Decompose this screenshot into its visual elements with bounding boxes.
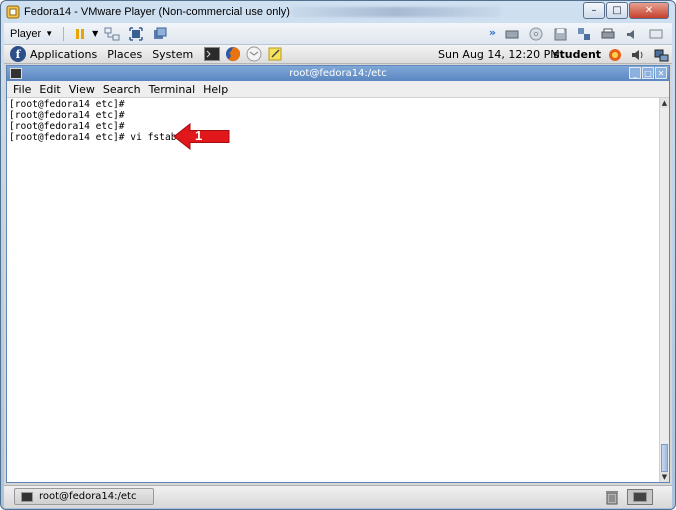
device-icons: » [489,26,668,42]
chevron-down-icon: ▼ [45,29,54,38]
close-button[interactable]: ✕ [629,2,669,19]
close-icon: ✕ [657,68,665,78]
fedora-logo-icon[interactable]: f [10,46,26,62]
taskbar-label: root@fedora14:/etc [39,491,137,502]
vmware-window: Fedora14 - VMware Player (Non-commercial… [0,0,676,510]
mail-icon [246,46,262,62]
message-icon[interactable] [647,26,665,42]
terminal-line: [root@fedora14 etc]# [9,99,125,110]
cd-drive-icon[interactable] [527,26,545,42]
menu-applications[interactable]: Applications [30,48,97,61]
unity-button[interactable] [151,26,169,42]
menu-edit[interactable]: Edit [39,83,60,96]
workspace-switcher[interactable] [627,489,653,505]
blurred-title-region [291,7,501,17]
scroll-thumb[interactable] [661,444,668,472]
menu-system[interactable]: System [152,48,193,61]
menu-help[interactable]: Help [203,83,228,96]
annotation-arrow: 1 [173,122,231,151]
minimize-icon: – [591,5,597,16]
player-label: Player [10,27,42,40]
notes-icon [268,47,282,61]
system-tray [601,46,670,63]
vmware-titlebar: Fedora14 - VMware Player (Non-commercial… [1,1,675,23]
terminal-output[interactable]: [root@fedora14 etc]# [root@fedora14 etc]… [7,98,659,482]
vmware-toolbar: Player ▼ ▼ » [4,23,672,45]
printer-icon[interactable] [599,26,617,42]
floppy-icon[interactable] [551,26,569,42]
menu-view[interactable]: View [69,83,95,96]
terminal-title: root@fedora14:/etc [289,68,387,79]
menu-search[interactable]: Search [103,83,141,96]
terminal-window-icon [10,68,22,79]
toolbar-separator [63,26,65,41]
menu-terminal[interactable]: Terminal [149,83,196,96]
sound-icon[interactable] [623,26,641,42]
terminal-close-button[interactable]: ✕ [655,67,667,79]
maximize-icon: □ [612,5,622,16]
mail-launcher[interactable] [245,46,262,62]
terminal-menubar: File Edit View Search Terminal Help [7,81,669,98]
scroll-up-icon[interactable]: ▲ [660,98,669,108]
fullscreen-icon [129,26,144,41]
chevron-down-icon[interactable]: ▼ [92,29,98,38]
panel-clock[interactable]: Sun Aug 14, 12:20 PM [438,48,560,61]
workspace-thumbnail [633,492,647,502]
network-button[interactable] [103,26,121,42]
unity-icon [154,27,167,39]
pause-icon [76,28,85,39]
menu-places[interactable]: Places [107,48,142,61]
panel-user[interactable]: student [553,48,601,61]
vmware-app-icon [6,5,20,19]
network-icon [104,27,120,40]
close-icon: ✕ [644,5,654,16]
taskbar-terminal-button[interactable]: root@fedora14:/etc [14,488,154,505]
minimize-icon: _ [633,68,637,78]
hard-disk-icon[interactable] [503,26,521,42]
terminal-launcher[interactable] [203,46,220,62]
gnome-bottom-panel: root@fedora14:/etc [4,485,672,508]
terminal-line: [root@fedora14 etc]# [9,121,125,132]
terminal-line: [root@fedora14 etc]# vi fstab [9,132,177,143]
maximize-button[interactable]: □ [606,2,628,19]
player-menu-button[interactable]: Player ▼ [4,28,59,40]
terminal-window: root@fedora14:/etc _ □ ✕ File Edit View … [6,65,670,483]
terminal-minimize-button[interactable]: _ [629,67,641,79]
volume-icon[interactable] [629,46,647,63]
terminal-scrollbar[interactable]: ▲ ▼ [659,98,669,482]
terminal-line: [root@fedora14 etc]# [9,110,125,121]
terminal-maximize-button[interactable]: □ [642,67,654,79]
pause-button[interactable] [71,26,89,42]
terminal-icon [203,47,220,61]
firefox-icon [225,47,240,62]
gnome-top-panel: f Applications Places System Sun Aug 14,… [4,45,672,64]
fullscreen-button[interactable] [127,26,145,42]
terminal-window-controls: _ □ ✕ [628,67,667,79]
network-adapter-icon[interactable] [575,26,593,42]
guest-screen: f Applications Places System Sun Aug 14,… [4,45,672,508]
chevron-right-icon[interactable]: » [489,26,496,42]
menu-file[interactable]: File [13,83,31,96]
window-controls: – □ ✕ [582,2,669,19]
maximize-icon: □ [644,68,652,78]
scroll-down-icon[interactable]: ▼ [660,472,669,482]
trash-icon[interactable] [604,489,620,505]
minimize-button[interactable]: – [583,2,605,19]
terminal-icon [21,491,33,502]
update-alert-icon[interactable] [606,46,624,63]
annotation-label: 1 [195,128,203,143]
notes-launcher[interactable] [266,46,283,62]
network-status-icon[interactable] [652,46,670,63]
terminal-titlebar[interactable]: root@fedora14:/etc _ □ ✕ [7,66,669,81]
firefox-launcher[interactable] [224,46,241,62]
vmware-title: Fedora14 - VMware Player (Non-commercial… [24,6,290,18]
